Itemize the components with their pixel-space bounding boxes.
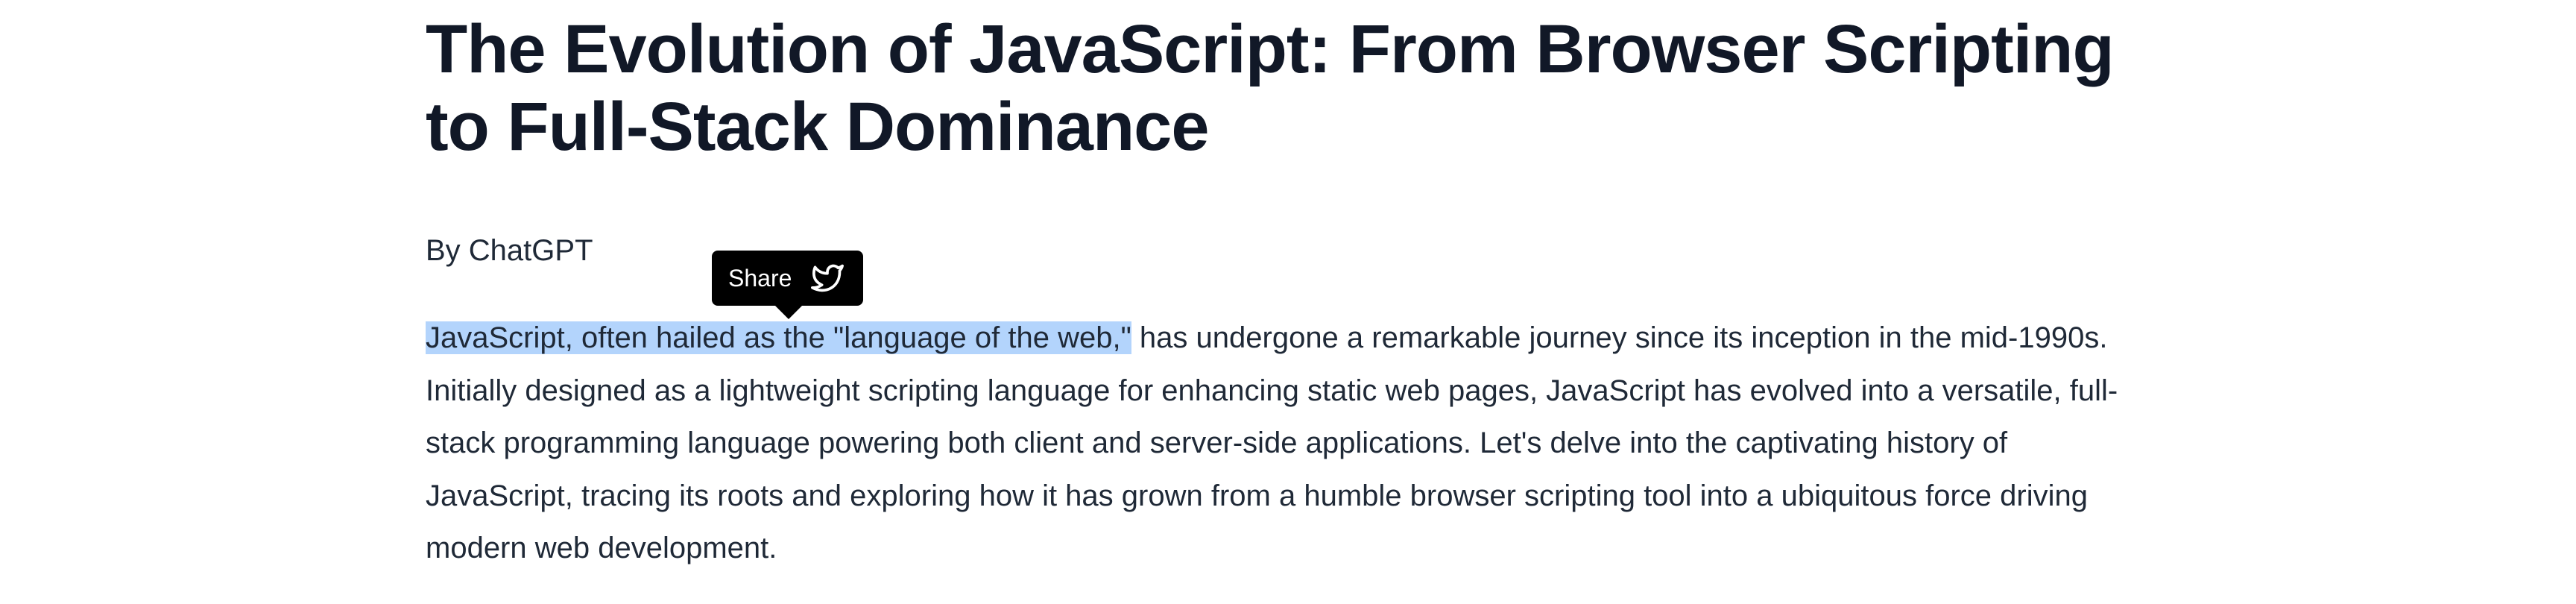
twitter-bird-icon[interactable] <box>809 262 846 295</box>
share-tooltip[interactable]: Share <box>712 251 863 319</box>
article-title: The Evolution of JavaScript: From Browse… <box>426 11 2115 165</box>
share-label[interactable]: Share <box>728 263 792 293</box>
selected-text[interactable]: JavaScript, often hailed as the "languag… <box>426 321 1131 354</box>
article-byline: By ChatGPT <box>426 234 593 267</box>
article-paragraph[interactable]: JavaScript, often hailed as the "languag… <box>426 312 2162 575</box>
paragraph-remaining-text[interactable]: has undergone a remarkable journey since… <box>426 321 2118 564</box>
